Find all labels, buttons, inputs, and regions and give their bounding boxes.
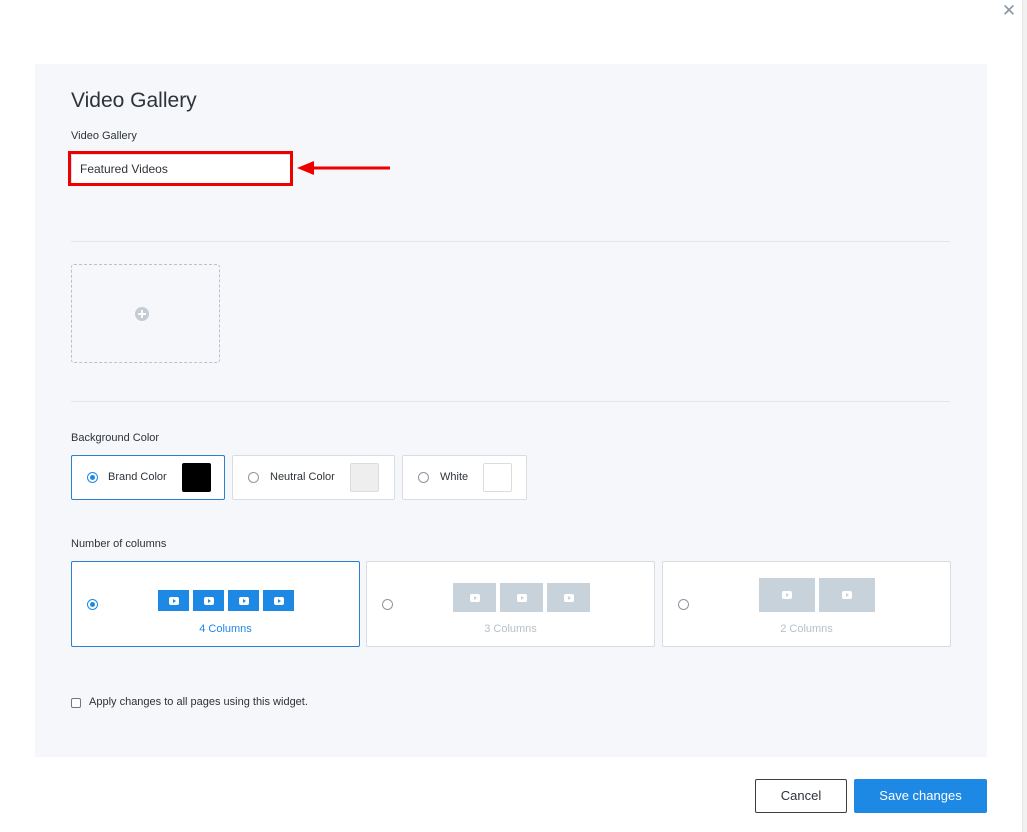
- columns-option-4[interactable]: 4 Columns: [71, 561, 360, 647]
- bg-option-label: Brand Color: [108, 471, 167, 483]
- close-icon[interactable]: ✕: [1000, 2, 1018, 20]
- radio-button[interactable]: [382, 599, 393, 610]
- video-thumbnail-icon: [158, 590, 189, 611]
- radio-button[interactable]: [248, 472, 259, 483]
- video-thumbnail-icon: [500, 583, 543, 612]
- video-thumbnail-icon: [228, 590, 259, 611]
- columns-option-label: 4 Columns: [199, 623, 252, 635]
- annotation-highlight-box: [68, 151, 293, 186]
- bg-option-brand-color[interactable]: Brand Color: [71, 455, 225, 500]
- columns-option-3[interactable]: 3 Columns: [366, 561, 655, 647]
- widget-settings-panel: Video Gallery Video Gallery Featured Vid…: [35, 64, 987, 757]
- column-preview: [759, 578, 875, 612]
- save-changes-button[interactable]: Save changes: [854, 779, 987, 813]
- bg-option-label: Neutral Color: [270, 471, 335, 483]
- play-icon: [203, 596, 214, 605]
- video-thumbnail-icon: [193, 590, 224, 611]
- video-thumbnail-icon: [263, 590, 294, 611]
- cancel-button[interactable]: Cancel: [755, 779, 847, 813]
- video-thumbnail-icon: [453, 583, 496, 612]
- plus-circle-icon: [135, 307, 149, 321]
- background-color-label: Background Color: [71, 432, 160, 444]
- play-icon: [273, 596, 284, 605]
- bg-option-white[interactable]: White: [402, 455, 527, 500]
- radio-button[interactable]: [418, 472, 429, 483]
- video-thumbnail-icon: [819, 578, 875, 612]
- divider: [71, 241, 950, 242]
- number-of-columns-label: Number of columns: [71, 538, 167, 550]
- gallery-title-label: Video Gallery: [71, 130, 137, 142]
- apply-all-label: Apply changes to all pages using this wi…: [89, 696, 308, 708]
- annotation-arrow-icon: [297, 161, 390, 175]
- color-swatch-black: [182, 463, 211, 492]
- radio-button[interactable]: [87, 599, 98, 610]
- radio-button[interactable]: [678, 599, 689, 610]
- play-icon: [238, 596, 249, 605]
- video-thumbnail-icon: [759, 578, 815, 612]
- dialog-title: Video Gallery: [71, 89, 197, 112]
- columns-option-label: 3 Columns: [484, 623, 537, 635]
- play-icon: [516, 593, 527, 602]
- columns-option-label: 2 Columns: [780, 623, 833, 635]
- play-icon: [563, 593, 574, 602]
- scrollbar[interactable]: [1022, 0, 1027, 832]
- add-video-button[interactable]: [71, 264, 220, 363]
- divider: [71, 401, 950, 402]
- column-preview: [158, 590, 294, 611]
- bg-option-label: White: [440, 471, 469, 483]
- play-icon: [842, 591, 852, 599]
- apply-all-checkbox[interactable]: [71, 698, 81, 708]
- play-icon: [469, 593, 480, 602]
- video-thumbnail-icon: [547, 583, 590, 612]
- radio-button[interactable]: [87, 472, 98, 483]
- play-icon: [782, 591, 792, 599]
- play-icon: [168, 596, 179, 605]
- bg-option-neutral-color[interactable]: Neutral Color: [232, 455, 395, 500]
- color-swatch-white: [483, 463, 512, 492]
- columns-option-2[interactable]: 2 Columns: [662, 561, 951, 647]
- color-swatch-neutral: [350, 463, 379, 492]
- column-preview: [453, 583, 590, 612]
